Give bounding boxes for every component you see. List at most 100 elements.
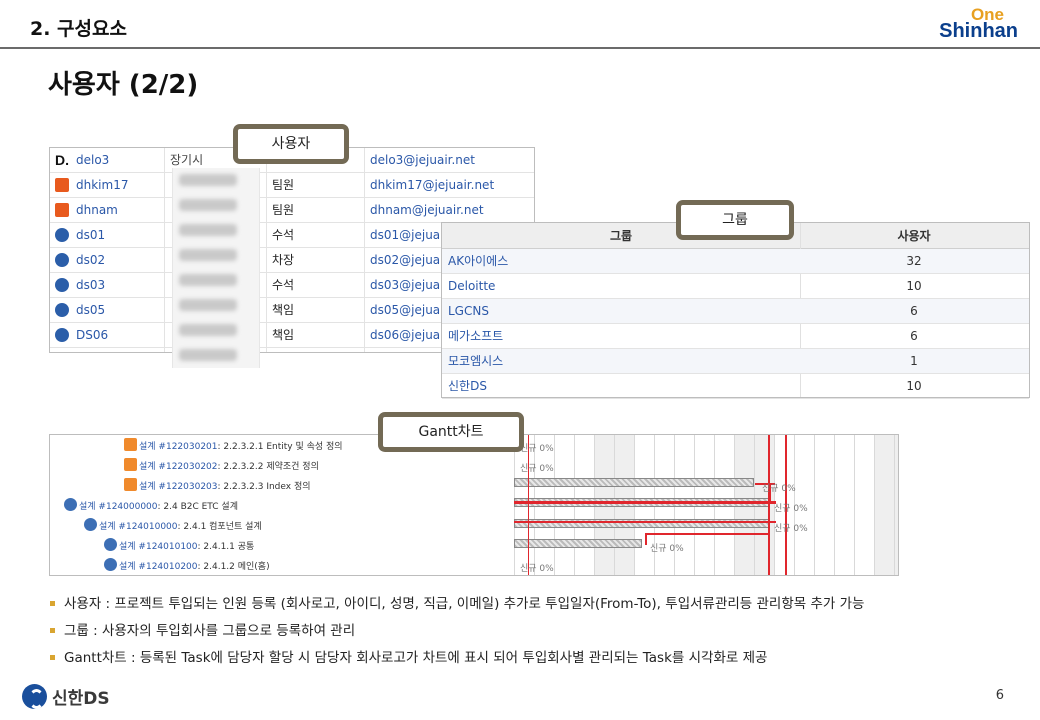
company-logo-icon: D. bbox=[55, 152, 69, 168]
company-logo-icon bbox=[55, 328, 69, 342]
dependency-line bbox=[768, 435, 770, 575]
task-key[interactable]: 설계 #124010000 bbox=[99, 522, 178, 532]
task-title: : 2.2.3.2.1 Entity 및 속성 정의 bbox=[217, 442, 343, 452]
task-title: : 2.4.1.2 메인(홈) bbox=[197, 562, 270, 572]
task-key[interactable]: 설계 #124000000 bbox=[79, 502, 158, 512]
user-id[interactable]: DS06 bbox=[76, 323, 108, 348]
callout-group: 그룹 bbox=[676, 200, 794, 240]
user-id[interactable]: dhkim17 bbox=[76, 173, 128, 198]
group-table: 그룹 사용자 AK아이에스 32 Deloitte 10 LGCNS 6 메가소프트 6 모코엠… bbox=[441, 222, 1030, 399]
user-id[interactable]: ds03 bbox=[76, 273, 105, 298]
dependency-line bbox=[514, 521, 776, 523]
user-rank: 팀원 bbox=[272, 203, 295, 217]
task-status-note: 신규 0% bbox=[520, 564, 554, 574]
company-logo-icon bbox=[104, 558, 117, 571]
user-id[interactable]: dhnam bbox=[76, 198, 118, 223]
company-logo-icon bbox=[55, 178, 69, 192]
users-column-header: 사용자 bbox=[897, 229, 931, 243]
gantt-gridline bbox=[894, 435, 895, 575]
task-status-note: 신규 0% bbox=[520, 464, 554, 474]
user-row[interactable]: dhnam 팀원 dhnam@jejuair.net bbox=[50, 198, 534, 223]
gantt-gridline bbox=[814, 435, 815, 575]
group-user-count: 10 bbox=[906, 379, 922, 393]
bullet-user: 사용자 : 프로젝트 투입되는 인원 등록 (회사로고, 아이디, 성명, 직급… bbox=[50, 594, 864, 621]
task-key[interactable]: 설계 #124010200 bbox=[119, 562, 198, 572]
task-key[interactable]: 설계 #122030202 bbox=[139, 462, 218, 472]
user-id[interactable]: ds01 bbox=[76, 223, 105, 248]
gantt-bar[interactable] bbox=[514, 539, 642, 548]
user-row[interactable]: dhkim17 팀원 dhkim17@jejuair.net bbox=[50, 173, 534, 198]
bullet-group: 그룹 : 사용자의 투입회사를 그룹으로 등록하여 관리 bbox=[50, 621, 864, 648]
gantt-gridline bbox=[874, 435, 875, 575]
company-logo-icon bbox=[55, 203, 69, 217]
callout-gantt: Gantt차트 bbox=[378, 412, 524, 452]
user-id[interactable]: delo3 bbox=[76, 148, 109, 173]
task-title: : 2.4.1.1 공통 bbox=[197, 542, 255, 552]
user-id[interactable]: ds02 bbox=[76, 248, 105, 273]
dependency-line bbox=[645, 533, 770, 535]
footer-logo-text: 신한DS bbox=[52, 688, 110, 709]
company-logo-icon bbox=[55, 228, 69, 242]
user-rank: 차장 bbox=[272, 253, 295, 267]
task-key[interactable]: 설계 #122030201 bbox=[139, 442, 218, 452]
group-row[interactable]: 메가소프트 6 bbox=[442, 324, 1029, 349]
company-logo-icon bbox=[55, 253, 69, 267]
logo-shinhan-text: Shinhan bbox=[939, 20, 1018, 42]
group-name[interactable]: LGCNS bbox=[448, 299, 489, 324]
task-key[interactable]: 설계 #124010100 bbox=[119, 542, 198, 552]
group-name[interactable]: Deloitte bbox=[448, 274, 495, 299]
header-divider bbox=[0, 47, 1040, 49]
group-name[interactable]: 모코엠시스 bbox=[448, 349, 503, 374]
group-name[interactable]: 신한DS bbox=[448, 374, 487, 399]
gantt-bar[interactable] bbox=[514, 478, 754, 487]
task-key[interactable]: 설계 #122030203 bbox=[139, 482, 218, 492]
company-logo-icon bbox=[55, 278, 69, 292]
user-rank: 수석 bbox=[272, 228, 295, 242]
group-row[interactable]: 신한DS 10 bbox=[442, 374, 1029, 399]
group-user-count: 32 bbox=[906, 254, 922, 268]
user-email[interactable]: dhnam@jejuair.net bbox=[370, 198, 484, 223]
gantt-task-row[interactable]: 설계 #124000000: 2.4 B2C ETC 설계 bbox=[64, 497, 238, 517]
gantt-task-row[interactable]: 설계 #122030201: 2.2.3.2.1 Entity 및 속성 정의 bbox=[124, 437, 343, 457]
user-rank: 책임 bbox=[272, 303, 295, 317]
gantt-task-row[interactable]: 설계 #122030203: 2.2.3.2.3 Index 정의 bbox=[124, 477, 311, 497]
task-status-note: 신규 0% bbox=[762, 484, 796, 494]
weekend-shade bbox=[874, 435, 894, 575]
group-row[interactable]: 모코엠시스 1 bbox=[442, 349, 1029, 374]
task-status-note: 신규 0% bbox=[774, 524, 808, 534]
gantt-chart: 설계 #122030201: 2.2.3.2.1 Entity 및 속성 정의신… bbox=[49, 434, 899, 576]
task-status-note: 신규 0% bbox=[650, 544, 684, 554]
task-icon bbox=[124, 478, 137, 491]
gantt-gridline bbox=[834, 435, 835, 575]
gantt-task-row[interactable]: 설계 #124010100: 2.4.1.1 공통 bbox=[104, 537, 254, 557]
gantt-task-row[interactable]: 설계 #122030202: 2.2.3.2.2 제약조건 정의 bbox=[124, 457, 319, 477]
description-list: 사용자 : 프로젝트 투입되는 인원 등록 (회사로고, 아이디, 성명, 직급… bbox=[50, 594, 864, 675]
group-user-count: 1 bbox=[910, 354, 918, 368]
gantt-task-row[interactable]: 설계 #124010000: 2.4.1 컴포넌트 설계 bbox=[84, 517, 262, 537]
gantt-task-row[interactable]: 설계 #124010200: 2.4.1.2 메인(홈) bbox=[104, 557, 270, 575]
group-row[interactable]: Deloitte 10 bbox=[442, 274, 1029, 299]
user-email[interactable]: ds03@jejuair bbox=[370, 273, 448, 298]
user-email[interactable]: ds01@jejuair bbox=[370, 223, 448, 248]
user-email[interactable]: ds02@jejuair bbox=[370, 248, 448, 273]
page-title: 사용자 (2/2) bbox=[48, 70, 199, 100]
dependency-line bbox=[514, 501, 776, 504]
company-logo-icon bbox=[64, 498, 77, 511]
section-title: 2. 구성요소 bbox=[30, 18, 127, 40]
group-row[interactable]: AK아이에스 32 bbox=[442, 249, 1029, 274]
group-name[interactable]: AK아이에스 bbox=[448, 249, 508, 274]
user-rank: 수석 bbox=[272, 278, 295, 292]
group-row[interactable]: LGCNS 6 bbox=[442, 299, 1029, 324]
bullet-gantt: Gantt차트 : 등록된 Task에 담당자 할당 시 담당자 회사로고가 차… bbox=[50, 648, 864, 675]
user-rank: 책임 bbox=[272, 328, 295, 342]
blurred-names-column bbox=[172, 168, 260, 368]
user-email[interactable]: dhkim17@jejuair.net bbox=[370, 173, 494, 198]
user-id[interactable]: ds05 bbox=[76, 298, 105, 323]
group-user-count: 6 bbox=[910, 329, 918, 343]
shinhan-ds-logo: 신한DS bbox=[22, 682, 110, 710]
user-email[interactable]: ds05@jejuair bbox=[370, 298, 448, 323]
group-user-count: 10 bbox=[906, 279, 922, 293]
group-name[interactable]: 메가소프트 bbox=[448, 324, 503, 349]
shinhan-mark-icon bbox=[22, 683, 47, 709]
user-email[interactable]: delo3@jejuair.net bbox=[370, 148, 475, 173]
